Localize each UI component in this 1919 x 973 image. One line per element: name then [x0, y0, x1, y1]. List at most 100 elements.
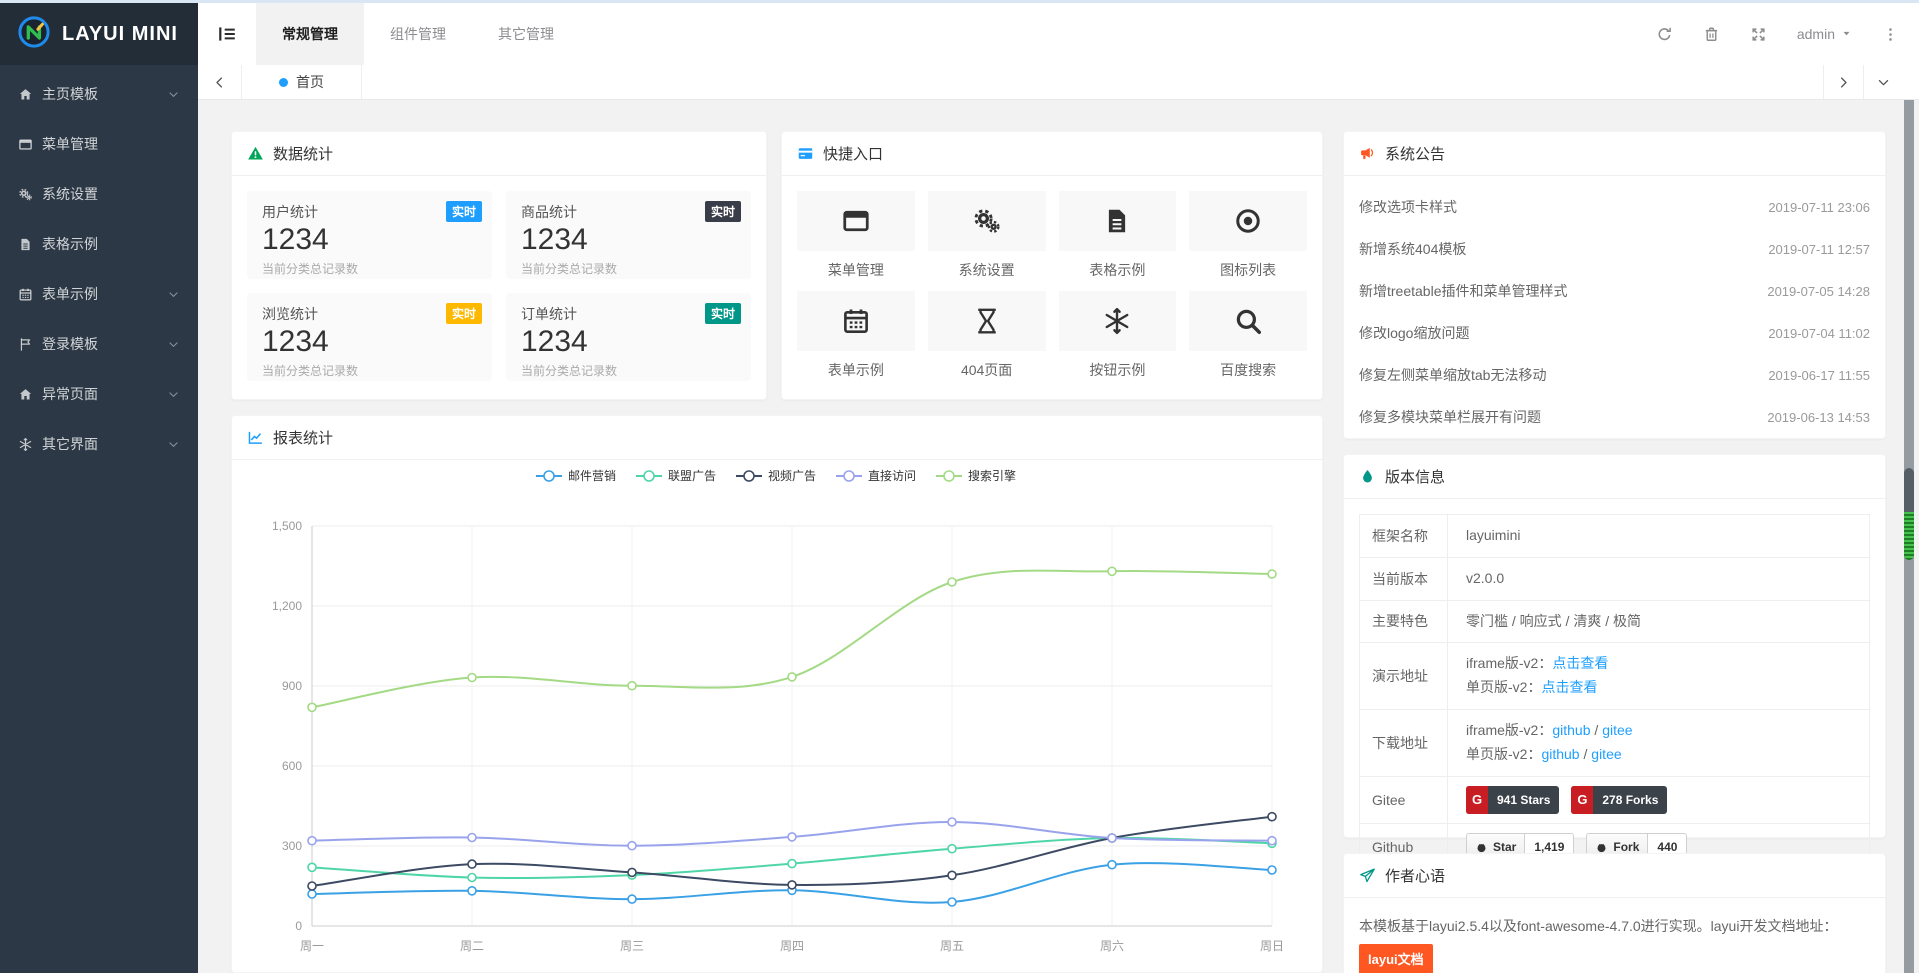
- warning-triangle-icon: [247, 145, 264, 162]
- tab-home[interactable]: 首页: [242, 65, 362, 99]
- flag-icon: [18, 337, 42, 352]
- legend-item[interactable]: 搜索引擎: [936, 468, 1016, 483]
- data-point: [948, 871, 956, 879]
- panel-title: 数据统计: [273, 143, 333, 164]
- more-kebab-icon[interactable]: [1882, 26, 1899, 43]
- quick-entry-label: 表格示例: [1059, 260, 1177, 278]
- data-point: [308, 863, 316, 871]
- bullhorn-icon: [1359, 145, 1376, 162]
- stat-card: 商品统计1234当前分类总记录数实时: [506, 191, 751, 279]
- menu-fold-icon[interactable]: [198, 3, 256, 65]
- announcement-row: 新增系统404模板 2019-07-11 12:57: [1359, 228, 1870, 270]
- quick-entry-item[interactable]: 图标列表: [1189, 191, 1307, 278]
- layui-doc-badge[interactable]: layui文档: [1359, 944, 1433, 973]
- version-link[interactable]: 点击查看: [1552, 655, 1608, 671]
- svg-text:周五: 周五: [940, 939, 964, 953]
- tab-menu-down-icon[interactable]: [1863, 65, 1903, 99]
- svg-text:300: 300: [282, 839, 302, 853]
- data-point: [468, 874, 476, 882]
- clear-cache-trash-icon[interactable]: [1703, 26, 1720, 43]
- announcement-title[interactable]: 修改选项卡样式: [1359, 197, 1457, 217]
- sidebar-item-label: 表格示例: [42, 234, 98, 254]
- tab-scroll-right-icon[interactable]: [1823, 65, 1863, 99]
- page-scrollbar-track[interactable]: [1904, 100, 1914, 973]
- quick-entry-label: 图标列表: [1189, 260, 1307, 278]
- stat-card-title: 用户统计: [262, 202, 477, 222]
- author-line1: 本模板基于layui2.5.4以及font-awesome-4.7.0进行实现。…: [1359, 913, 1870, 940]
- line-chart-icon: [247, 429, 264, 446]
- legend-item[interactable]: 联盟广告: [636, 469, 716, 483]
- panel-title: 系统公告: [1385, 143, 1445, 164]
- quick-entry-item[interactable]: 404页面: [928, 291, 1046, 378]
- window-icon: [797, 191, 915, 251]
- version-link[interactable]: github: [1552, 722, 1590, 738]
- version-link[interactable]: 点击查看: [1541, 679, 1597, 695]
- svg-text:600: 600: [282, 759, 302, 773]
- layui-logo-icon: [16, 14, 52, 55]
- announcement-title[interactable]: 新增treetable插件和菜单管理样式: [1359, 281, 1567, 301]
- sidebar-item[interactable]: 登录模板: [0, 319, 198, 369]
- data-point: [628, 868, 636, 876]
- data-point: [948, 845, 956, 853]
- sidebar-item[interactable]: 异常页面: [0, 369, 198, 419]
- sidebar-item[interactable]: 菜单管理: [0, 119, 198, 169]
- quick-entry-item[interactable]: 菜单管理: [797, 191, 915, 278]
- svg-text:邮件营销: 邮件营销: [568, 469, 616, 483]
- announcement-title[interactable]: 修复多模块菜单栏展开有问题: [1359, 407, 1541, 427]
- gitee-badge[interactable]: G941 Stars: [1466, 786, 1559, 814]
- header-nav-tab[interactable]: 其它管理: [472, 3, 580, 65]
- header-nav-tab[interactable]: 组件管理: [364, 3, 472, 65]
- quick-entry-item[interactable]: 按钮示例: [1059, 291, 1177, 378]
- legend-item[interactable]: 直接访问: [836, 468, 916, 483]
- version-row-value: G941 Stars G278 Forks: [1448, 776, 1870, 823]
- legend-item[interactable]: 视频广告: [736, 468, 816, 483]
- announcement-title[interactable]: 修复左侧菜单缩放tab无法移动: [1359, 365, 1546, 385]
- author-body: 本模板基于layui2.5.4以及font-awesome-4.7.0进行实现。…: [1344, 898, 1885, 973]
- stat-card-desc: 当前分类总记录数: [262, 260, 477, 277]
- svg-text:搜索引擎: 搜索引擎: [968, 468, 1016, 483]
- svg-text:联盟广告: 联盟广告: [668, 469, 716, 483]
- sidebar-item[interactable]: 表格示例: [0, 219, 198, 269]
- legend-item[interactable]: 邮件营销: [536, 469, 616, 483]
- data-point: [1268, 813, 1276, 821]
- data-point: [468, 674, 476, 682]
- sidebar-item[interactable]: 其它界面: [0, 419, 198, 469]
- data-point: [628, 682, 636, 690]
- version-link[interactable]: gitee: [1591, 746, 1621, 762]
- version-row-label: 下载地址: [1360, 709, 1448, 776]
- gitee-badge[interactable]: G278 Forks: [1571, 786, 1667, 814]
- version-row-value: iframe版-v2：点击查看单页版-v2：点击查看: [1448, 643, 1870, 710]
- chevron-down-icon: [167, 288, 180, 301]
- svg-text:直接访问: 直接访问: [868, 468, 916, 483]
- page-scrollbar-thumb[interactable]: [1904, 468, 1914, 560]
- tab-scroll-left-icon[interactable]: [198, 65, 242, 99]
- quick-entry-item[interactable]: 表格示例: [1059, 191, 1177, 278]
- sidebar-item[interactable]: 表单示例: [0, 269, 198, 319]
- stat-card-value: 1234: [262, 324, 477, 360]
- version-link[interactable]: github: [1541, 746, 1579, 762]
- quick-entry-item[interactable]: 百度搜索: [1189, 291, 1307, 378]
- announcement-title[interactable]: 修改logo缩放问题: [1359, 323, 1469, 343]
- version-row: 当前版本v2.0.0: [1360, 557, 1870, 600]
- version-link[interactable]: gitee: [1602, 722, 1632, 738]
- quick-entry-item[interactable]: 表单示例: [797, 291, 915, 378]
- svg-text:周三: 周三: [620, 939, 644, 953]
- data-point: [788, 860, 796, 868]
- user-menu[interactable]: admin: [1797, 26, 1852, 42]
- version-row: GiteeG941 StarsG278 Forks: [1360, 776, 1870, 823]
- announcement-title[interactable]: 新增系统404模板: [1359, 239, 1466, 259]
- sidebar-item[interactable]: 系统设置: [0, 169, 198, 219]
- data-point: [1268, 570, 1276, 578]
- sidebar-item[interactable]: 主页模板: [0, 69, 198, 119]
- link-prefix: 单页版-v2：: [1466, 746, 1541, 762]
- gitee-logo-icon: G: [1466, 786, 1488, 814]
- file-icon: [18, 237, 42, 252]
- fullscreen-icon[interactable]: [1750, 26, 1767, 43]
- header-nav-tab[interactable]: 常规管理: [256, 3, 364, 65]
- sidebar-item-label: 表单示例: [42, 284, 98, 304]
- logo[interactable]: LAYUI MINI: [0, 3, 198, 65]
- refresh-icon[interactable]: [1656, 26, 1673, 43]
- quick-entry-item[interactable]: 系统设置: [928, 191, 1046, 278]
- announcement-date: 2019-07-11 12:57: [1768, 242, 1870, 257]
- calendar-icon: [797, 291, 915, 351]
